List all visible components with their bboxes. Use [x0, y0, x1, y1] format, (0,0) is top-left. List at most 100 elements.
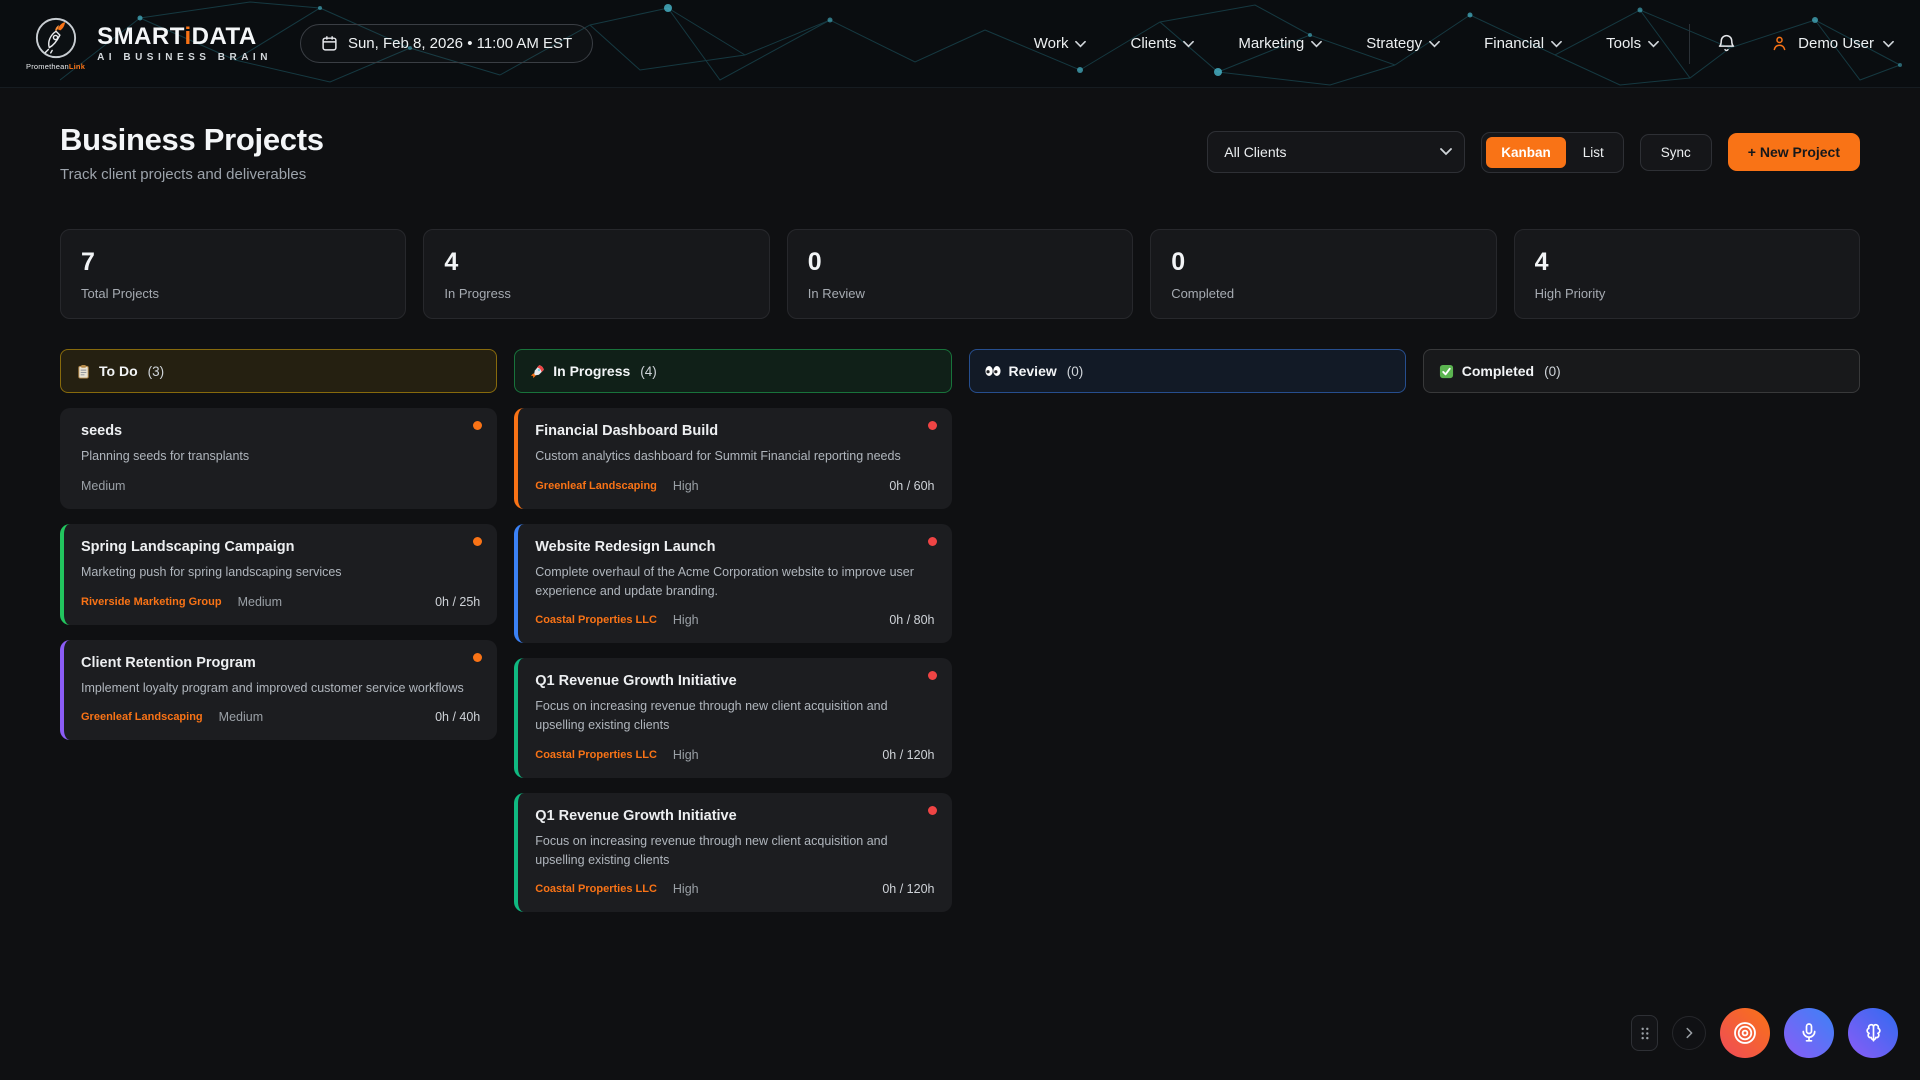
priority-dot [928, 537, 937, 546]
card-client: Greenleaf Landscaping [81, 711, 203, 723]
card-title: Client Retention Program [81, 655, 480, 671]
nav-item-clients[interactable]: Clients [1130, 35, 1194, 52]
notifications-button[interactable] [1716, 32, 1740, 56]
card-priority: Medium [238, 595, 282, 609]
card-priority: High [673, 613, 699, 627]
stat-value: 0 [808, 248, 1112, 277]
stat-value: 0 [1171, 248, 1475, 277]
clipboard-icon [76, 364, 91, 379]
project-card-financial-dashboard-build[interactable]: Financial Dashboard Build Custom analyti… [514, 408, 951, 509]
target-icon [1732, 1020, 1758, 1046]
list-view-button[interactable]: List [1568, 137, 1619, 168]
card-footer: Coastal Properties LLC High 0h / 120h [535, 748, 934, 762]
column-title: Review [1009, 363, 1057, 379]
nav-item-financial[interactable]: Financial [1484, 35, 1562, 52]
column-count: (3) [148, 364, 165, 379]
card-priority: High [673, 882, 699, 896]
kanban-column-todo: To Do (3) seeds Planning seeds for trans… [60, 349, 497, 740]
project-card-seeds[interactable]: seeds Planning seeds for transplants Med… [60, 408, 497, 509]
stat-card-completed: 0 Completed [1150, 229, 1496, 319]
stat-value: 4 [1535, 248, 1839, 277]
chevron-down-icon [1075, 40, 1086, 48]
project-card-spring-landscaping-campaign[interactable]: Spring Landscaping Campaign Marketing pu… [60, 524, 497, 625]
chevron-right-icon [1682, 1026, 1696, 1040]
card-footer: Greenleaf Landscaping High 0h / 60h [535, 479, 934, 493]
new-project-button[interactable]: + New Project [1728, 133, 1860, 171]
user-name: Demo User [1798, 35, 1874, 52]
card-title: Financial Dashboard Build [535, 423, 934, 439]
card-description: Focus on increasing revenue through new … [535, 697, 934, 735]
stat-card-high-priority: 4 High Priority [1514, 229, 1860, 319]
page-subtitle: Track client projects and deliverables [60, 166, 324, 183]
stat-card-in-progress: 4 In Progress [423, 229, 769, 319]
project-card-website-redesign-launch[interactable]: Website Redesign Launch Complete overhau… [514, 524, 951, 644]
column-count: (4) [640, 364, 657, 379]
priority-dot [928, 806, 937, 815]
ai-assistant-button[interactable] [1848, 1008, 1898, 1058]
nav-item-label: Work [1034, 35, 1069, 52]
card-priority: High [673, 748, 699, 762]
card-hours: 0h / 60h [889, 479, 934, 493]
nav-divider [1689, 24, 1690, 64]
chevron-down-icon [1183, 40, 1194, 48]
nav-item-tools[interactable]: Tools [1606, 35, 1659, 52]
column-header: In Progress (4) [514, 349, 951, 393]
promethean-logo-icon [34, 16, 78, 60]
nav-item-strategy[interactable]: Strategy [1366, 35, 1440, 52]
card-hours: 0h / 120h [882, 882, 934, 896]
stat-value: 4 [444, 248, 748, 277]
rocket-icon [530, 364, 545, 379]
sync-button[interactable]: Sync [1640, 134, 1712, 171]
client-filter-wrap: All Clients [1207, 131, 1465, 173]
card-client: Coastal Properties LLC [535, 614, 657, 626]
column-title: To Do [99, 363, 138, 379]
bell-icon [1716, 33, 1737, 54]
target-button[interactable] [1720, 1008, 1770, 1058]
stats-row: 7 Total Projects 4 In Progress 0 In Revi… [60, 229, 1860, 319]
column-header: Review (0) [969, 349, 1406, 393]
priority-dot [473, 653, 482, 662]
kanban-column-review: Review (0) [969, 349, 1406, 408]
brand-title: SMARTiDATA [97, 24, 272, 49]
card-priority: High [673, 479, 699, 493]
page-title-block: Business Projects Track client projects … [60, 122, 324, 183]
nav-item-marketing[interactable]: Marketing [1238, 35, 1322, 52]
main-content: Business Projects Track client projects … [0, 122, 1920, 912]
column-header: To Do (3) [60, 349, 497, 393]
nav-right: Demo User [1659, 24, 1894, 64]
voice-button[interactable] [1784, 1008, 1834, 1058]
brain-icon [1861, 1021, 1886, 1046]
logo: PrometheanLink [26, 16, 85, 71]
card-hours: 0h / 80h [889, 613, 934, 627]
card-title: Q1 Revenue Growth Initiative [535, 673, 934, 689]
chevron-down-icon [1429, 40, 1440, 48]
priority-dot [928, 671, 937, 680]
kanban-view-button[interactable]: Kanban [1486, 137, 1566, 168]
nav-item-label: Clients [1130, 35, 1176, 52]
brand-tagline: AI BUSINESS BRAIN [97, 53, 272, 64]
card-description: Focus on increasing revenue through new … [535, 832, 934, 870]
stat-label: In Progress [444, 286, 748, 301]
card-client: Coastal Properties LLC [535, 749, 657, 761]
user-menu[interactable]: Demo User [1770, 34, 1894, 53]
page-header: Business Projects Track client projects … [60, 122, 1860, 183]
project-card-client-retention-program[interactable]: Client Retention Program Implement loyal… [60, 640, 497, 741]
card-title: Website Redesign Launch [535, 539, 934, 555]
stat-card-total-projects: 7 Total Projects [60, 229, 406, 319]
kanban-board: To Do (3) seeds Planning seeds for trans… [60, 349, 1860, 912]
project-card-q1-revenue-growth-initiative[interactable]: Q1 Revenue Growth Initiative Focus on in… [514, 793, 951, 913]
card-priority: Medium [81, 479, 125, 493]
column-count: (0) [1067, 364, 1084, 379]
brand-text: SMARTiDATA AI BUSINESS BRAIN [97, 24, 272, 64]
column-cards: Financial Dashboard Build Custom analyti… [514, 408, 951, 912]
nav-item-work[interactable]: Work [1034, 35, 1087, 52]
stat-label: High Priority [1535, 286, 1839, 301]
collapse-button[interactable] [1672, 1016, 1706, 1050]
card-hours: 0h / 40h [435, 710, 480, 724]
card-title: Spring Landscaping Campaign [81, 539, 480, 555]
card-priority: Medium [219, 710, 263, 724]
client-filter-select[interactable]: All Clients [1207, 131, 1465, 173]
project-card-q1-revenue-growth-initiative[interactable]: Q1 Revenue Growth Initiative Focus on in… [514, 658, 951, 778]
drag-handle[interactable] [1631, 1015, 1658, 1051]
card-client: Coastal Properties LLC [535, 883, 657, 895]
